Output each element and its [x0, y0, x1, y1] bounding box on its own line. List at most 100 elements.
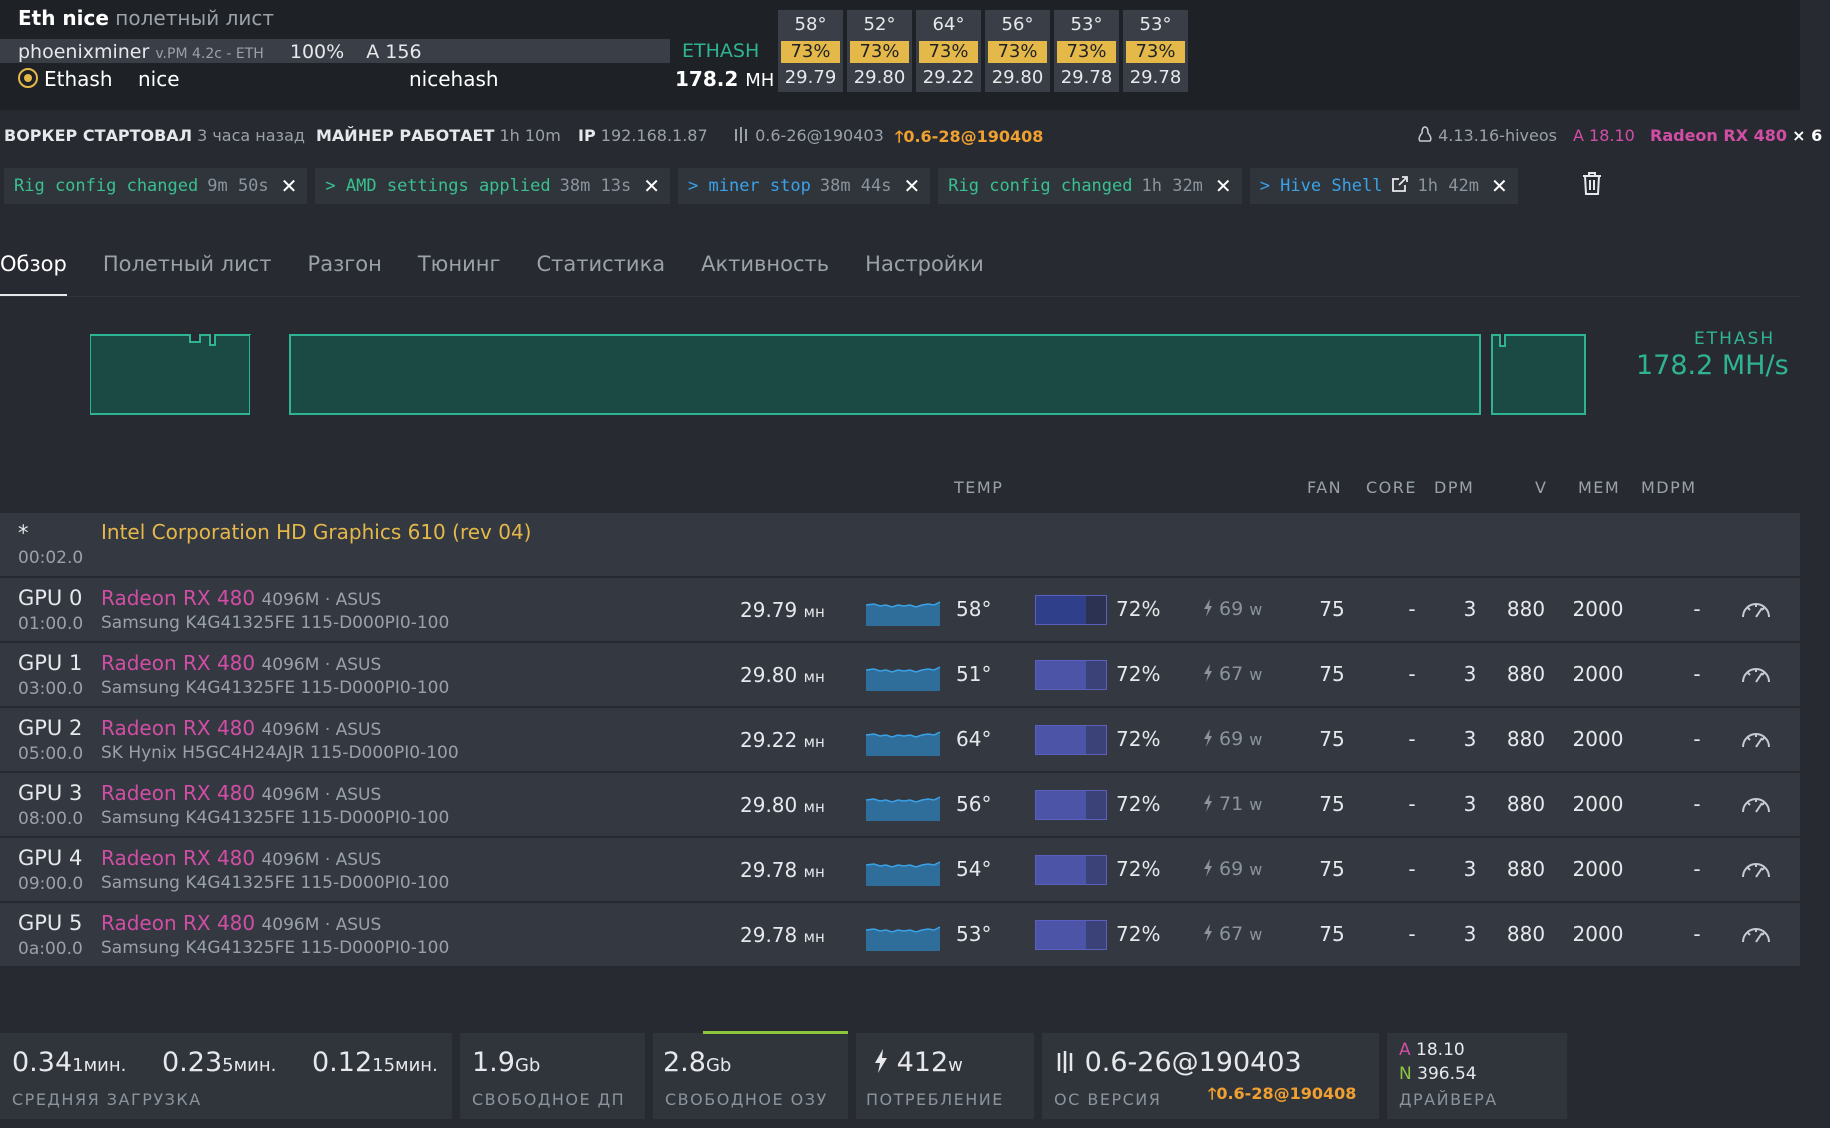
drivers-card: A 18.10 N 396.54 ДРАЙВЕРА	[1387, 1033, 1567, 1119]
gpu-summary-hash: 29.79	[784, 67, 837, 88]
event-chip[interactable]: > miner stop 38m 44s ✕	[678, 168, 931, 204]
gpu-power: 71 w	[1203, 793, 1262, 815]
gpu-fan-percent: 72%	[1116, 662, 1161, 686]
free-disk-label: СВОБОДНОЕ ДП	[472, 1090, 626, 1109]
overclock-icon[interactable]	[1740, 858, 1772, 884]
overclock-icon[interactable]	[1740, 663, 1772, 689]
col-mem: MEM	[1578, 478, 1621, 497]
gpu-mem-clock: 2000	[1572, 727, 1624, 751]
free-ram-label: СВОБОДНОЕ ОЗУ	[665, 1090, 828, 1109]
gpu-fan: 75	[1319, 857, 1345, 881]
tab-item[interactable]: Полетный лист	[103, 250, 272, 296]
event-chip[interactable]: > Hive Shell 1h 42m ✕	[1249, 168, 1518, 204]
event-chip[interactable]: > AMD settings applied 38m 13s ✕	[315, 168, 671, 204]
gpu-row[interactable]: GPU 1 03:00.0 Radeon RX 480 4096M · ASUS Sa…	[0, 643, 1800, 706]
footer-os-update[interactable]: 🡑0.6-28@190408	[1208, 1083, 1356, 1110]
gpu-memory-vendor: Samsung K4G41325FE 115-D000PI0-100	[101, 873, 450, 893]
nv-letter: N	[1399, 1064, 1412, 1084]
miner-info[interactable]: phoenixminer v.PM 4.2c - ETH 100% A 156	[18, 41, 422, 63]
external-link-icon[interactable]	[1391, 175, 1409, 198]
miner-percent: 100%	[289, 41, 345, 63]
ip-value[interactable]: 192.168.1.87	[601, 126, 708, 145]
event-text: > Hive Shell	[1259, 176, 1383, 196]
free-disk-value: 1.9	[472, 1047, 515, 1078]
temp-sparkline	[865, 726, 941, 756]
gpu-bus: 03:00.0	[18, 679, 84, 699]
gpu-fan-percent: 72%	[1116, 922, 1161, 946]
gpu-summary-fan: 73%	[988, 41, 1047, 63]
gpu-model: Radeon RX 480	[101, 781, 256, 805]
os-update[interactable]: 🡑0.6-28@190408	[895, 126, 1043, 153]
gpu-summary-col[interactable]: 53° 73% 29.78	[1123, 10, 1188, 92]
gpu-row[interactable]: GPU 4 09:00.0 Radeon RX 480 4096M · ASUS Sa…	[0, 838, 1800, 901]
gpu-summary-hash: 29.80	[991, 67, 1044, 88]
close-icon[interactable]: ✕	[1491, 174, 1508, 198]
tab-item[interactable]: Разгон	[308, 250, 382, 296]
gpu-summary-col[interactable]: 52° 73% 29.80	[847, 10, 912, 92]
gpu-summary-col[interactable]: 53° 73% 29.78	[1054, 10, 1119, 92]
gpu-model: Radeon RX 480	[101, 911, 256, 935]
close-icon[interactable]: ✕	[904, 174, 921, 198]
gpu-summary-col[interactable]: 56° 73% 29.80	[985, 10, 1050, 92]
gpu-power-value: 69	[1219, 728, 1244, 750]
gpu-mem-clock: 2000	[1572, 792, 1624, 816]
gpu-index: GPU 0	[18, 586, 83, 610]
gpu-row[interactable]: GPU 3 08:00.0 Radeon RX 480 4096M · ASUS Sa…	[0, 773, 1800, 836]
free-ram-value: 2.8	[663, 1047, 706, 1078]
tab-item[interactable]: Тюнинг	[418, 250, 501, 296]
gpu-model: Radeon RX 480	[101, 586, 256, 610]
load-average: 0.341мин. 0.235мин. 0.1215мин. СРЕДНЯЯ З…	[0, 1033, 452, 1119]
gpu-row[interactable]: GPU 0 01:00.0 Radeon RX 480 4096M · ASUS Sa…	[0, 578, 1800, 641]
gpu-hashrate: 29.80 мн	[740, 663, 825, 687]
chart-hashrate: 178.2 MH/s	[1636, 350, 1789, 381]
gpu-row[interactable]: GPU 2 05:00.0 Radeon RX 480 4096M · ASUS SK…	[0, 708, 1800, 771]
overclock-icon[interactable]	[1740, 728, 1772, 754]
amd-letter: A	[1399, 1040, 1411, 1060]
trash-icon[interactable]	[1580, 170, 1604, 196]
gpu-summary-col[interactable]: 58° 73% 29.79	[778, 10, 843, 92]
overclock-icon[interactable]	[1740, 598, 1772, 624]
gpu-temp: 58°	[956, 597, 992, 621]
gpu-summary-fan: 73%	[781, 41, 840, 63]
close-icon[interactable]: ✕	[1215, 174, 1232, 198]
fan-bar	[1035, 725, 1107, 755]
close-icon[interactable]: ✕	[281, 174, 298, 198]
bolt-icon	[1203, 663, 1213, 685]
load-15m-unit: 15мин.	[372, 1055, 438, 1076]
intel-row[interactable]: * 00:02.0 Intel Corporation HD Graphics …	[0, 513, 1800, 576]
gpu-model-summary: Radeon RX 480 × 6	[1650, 126, 1822, 145]
overclock-icon[interactable]	[1740, 793, 1772, 819]
fan-bar-fill	[1036, 791, 1087, 819]
tab-item[interactable]: Обзор	[0, 250, 67, 297]
total-hashrate: 178.2 MH	[675, 67, 774, 91]
load-5m-unit: 5мин.	[222, 1055, 277, 1076]
gpu-power: 69 w	[1203, 858, 1262, 880]
gpu-summary-temp: 53°	[1139, 14, 1172, 35]
gpu-hashrate: 29.22 мн	[740, 728, 825, 752]
gpu-row[interactable]: GPU 5 0a:00.0 Radeon RX 480 4096M · ASUS Sa…	[0, 903, 1800, 966]
gpu-core: -	[1408, 857, 1416, 881]
col-mdpm: MDPM	[1641, 478, 1697, 497]
tab-item[interactable]: Активность	[701, 250, 829, 296]
gpu-hashrate-unit: мн	[803, 603, 825, 621]
wallet-name: nice	[138, 67, 180, 91]
event-chip[interactable]: Rig config changed 9m 50s ✕	[4, 168, 308, 204]
gpu-temp: 56°	[956, 792, 992, 816]
gpu-summary-col[interactable]: 64° 73% 29.22	[916, 10, 981, 92]
rig-name[interactable]: Eth nice	[18, 6, 109, 30]
free-ram-unit: Gb	[705, 1055, 732, 1076]
load-1m: 0.34	[12, 1047, 73, 1078]
close-icon[interactable]: ✕	[643, 174, 660, 198]
gpu-hashrate-value: 29.79	[740, 598, 798, 622]
tab-item[interactable]: Статистика	[537, 250, 666, 296]
gpu-index: GPU 5	[18, 911, 83, 935]
gpu-hashrate: 29.78 мн	[740, 858, 825, 882]
gpu-count: × 6	[1792, 126, 1823, 145]
miner-running: МАЙНЕР РАБОТАЕТ 1h 10m	[316, 126, 561, 145]
temp-sparkline	[865, 661, 941, 691]
event-chip[interactable]: Rig config changed 1h 32m ✕	[938, 168, 1242, 204]
tab-item[interactable]: Настройки	[865, 250, 984, 296]
overclock-icon[interactable]	[1740, 923, 1772, 949]
gpu-mdpm: -	[1693, 597, 1701, 621]
amd-version: 18.10	[1416, 1040, 1465, 1060]
